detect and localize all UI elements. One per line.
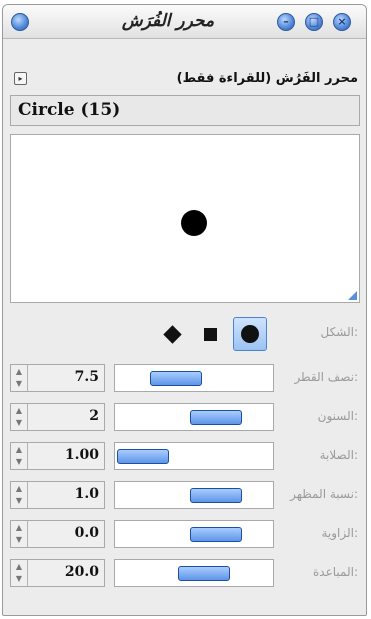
spikes-spinner[interactable]: ▲ ▼ 2 bbox=[10, 403, 105, 431]
square-icon bbox=[203, 327, 217, 341]
angle-slider[interactable] bbox=[114, 520, 274, 548]
spin-arrows-icon[interactable]: ▲ ▼ bbox=[11, 560, 28, 586]
window-title: محرر الفُرَش bbox=[121, 11, 215, 31]
aspect-spinner[interactable]: ▲ ▼ 1.0 bbox=[10, 481, 105, 509]
hardness-label: الصلابة: bbox=[319, 448, 358, 462]
hardness-value: 1.00 bbox=[64, 447, 99, 463]
param-row-spikes: ▲ ▼ 2 السنون: bbox=[3, 400, 366, 434]
param-row-radius: ▲ ▼ 7.5 نصف القطر: bbox=[3, 361, 366, 395]
brush-preview bbox=[10, 134, 360, 303]
spacing-label: المباعدة: bbox=[313, 565, 358, 579]
tab-menu-icon[interactable]: ▸ bbox=[14, 72, 27, 85]
shape-diamond-button[interactable] bbox=[155, 317, 189, 351]
radius-slider[interactable] bbox=[114, 364, 274, 392]
angle-label: الزاوية: bbox=[321, 526, 358, 540]
diamond-icon bbox=[162, 324, 182, 344]
spikes-value: 2 bbox=[89, 408, 99, 424]
shape-row: الشكل: bbox=[3, 313, 366, 355]
spikes-label: السنون: bbox=[317, 409, 358, 423]
spacing-value: 20.0 bbox=[64, 564, 99, 580]
spacing-slider[interactable] bbox=[114, 559, 274, 587]
resize-grip-icon[interactable] bbox=[348, 291, 357, 300]
brush-preview-dot bbox=[181, 210, 207, 236]
param-row-hardness: ▲ ▼ 1.00 الصلابة: bbox=[3, 439, 366, 473]
brush-name-field[interactable]: Circle (15) bbox=[10, 95, 360, 126]
title-bar[interactable]: محرر الفُرَش – □ × bbox=[3, 5, 366, 39]
shape-circle-button[interactable] bbox=[233, 317, 267, 351]
aspect-label: نسبة المظهر: bbox=[290, 487, 358, 501]
param-row-angle: ▲ ▼ 0.0 الزاوية: bbox=[3, 517, 366, 551]
radius-spinner[interactable]: ▲ ▼ 7.5 bbox=[10, 364, 105, 392]
close-button[interactable]: × bbox=[333, 13, 351, 31]
aspect-value: 1.0 bbox=[74, 486, 99, 502]
angle-slider-thumb[interactable] bbox=[190, 527, 243, 542]
hardness-slider[interactable] bbox=[114, 442, 274, 470]
spin-arrows-icon[interactable]: ▲ ▼ bbox=[11, 482, 28, 508]
maximize-button[interactable]: □ bbox=[305, 13, 323, 31]
spin-arrows-icon[interactable]: ▲ ▼ bbox=[11, 443, 28, 469]
spikes-slider-thumb[interactable] bbox=[190, 410, 243, 425]
angle-value: 0.0 bbox=[74, 525, 99, 541]
spacing-spinner[interactable]: ▲ ▼ 20.0 bbox=[10, 559, 105, 587]
shape-square-button[interactable] bbox=[193, 317, 227, 351]
spin-arrows-icon[interactable]: ▲ ▼ bbox=[11, 365, 28, 391]
radius-slider-thumb[interactable] bbox=[149, 371, 202, 386]
spin-arrows-icon[interactable]: ▲ ▼ bbox=[11, 521, 28, 547]
circle-icon bbox=[241, 325, 259, 343]
param-row-aspect: ▲ ▼ 1.0 نسبة المظهر: bbox=[3, 478, 366, 512]
aspect-slider[interactable] bbox=[114, 481, 274, 509]
aspect-slider-thumb[interactable] bbox=[190, 488, 243, 503]
spikes-slider[interactable] bbox=[114, 403, 274, 431]
angle-spinner[interactable]: ▲ ▼ 0.0 bbox=[10, 520, 105, 548]
spacing-slider-thumb[interactable] bbox=[178, 566, 231, 581]
window-menu-button[interactable] bbox=[11, 13, 29, 31]
radius-value: 7.5 bbox=[74, 369, 99, 385]
shape-label: الشكل: bbox=[320, 325, 358, 339]
brush-editor-window: محرر الفُرَش – □ × ▸ محرر الفَرُش (للقرا… bbox=[2, 4, 367, 616]
spin-arrows-icon[interactable]: ▲ ▼ bbox=[11, 404, 28, 430]
param-row-spacing: ▲ ▼ 20.0 المباعدة: bbox=[3, 556, 366, 590]
hardness-spinner[interactable]: ▲ ▼ 1.00 bbox=[10, 442, 105, 470]
hardness-slider-thumb[interactable] bbox=[117, 449, 169, 464]
minimize-button[interactable]: – bbox=[277, 13, 295, 31]
radius-label: نصف القطر: bbox=[294, 370, 358, 384]
dock-title: محرر الفَرُش (للقراءة فقط) bbox=[176, 71, 358, 86]
dock-header: ▸ محرر الفَرُش (للقراءة فقط) bbox=[3, 65, 366, 95]
